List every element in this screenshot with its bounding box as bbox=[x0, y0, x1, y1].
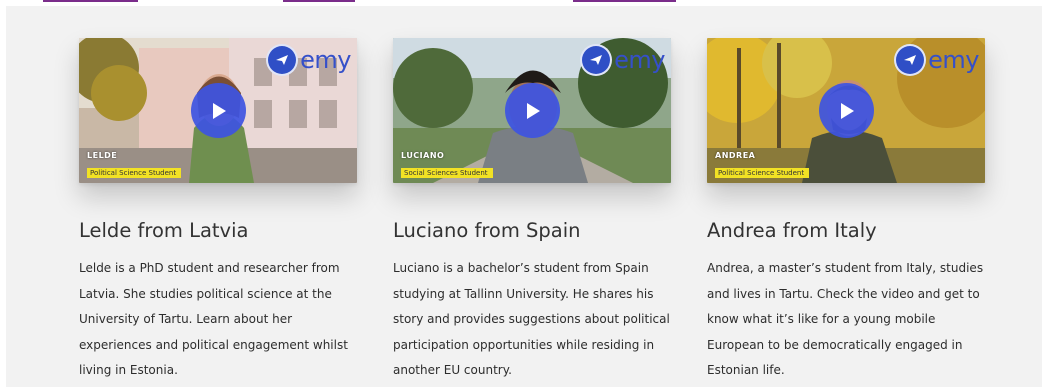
video-caption: ANDREA Political Science Student bbox=[715, 151, 810, 179]
logo-text: emy bbox=[300, 46, 351, 74]
logo-text: emy bbox=[928, 46, 979, 74]
emy-logo-icon bbox=[580, 44, 613, 76]
card-description: Luciano is a bachelor’s student from Spa… bbox=[393, 261, 670, 377]
card-title: Luciano from Spain bbox=[393, 219, 581, 242]
card-description: Lelde is a PhD student and researcher fr… bbox=[79, 261, 348, 377]
video-caption: LELDE Political Science Student bbox=[87, 151, 182, 179]
caption-role: Social Sciences Student bbox=[401, 168, 493, 178]
caption-name: LELDE bbox=[87, 151, 118, 160]
video-card-luciano[interactable]: emy LUCIANO Social Sciences Student bbox=[393, 38, 671, 183]
card-title: Andrea from Italy bbox=[707, 219, 877, 242]
video-thumbnail-luciano[interactable]: emy LUCIANO Social Sciences Student bbox=[393, 38, 671, 183]
card-description: Andrea, a master’s student from Italy, s… bbox=[707, 261, 984, 377]
caption-role: Political Science Student bbox=[715, 168, 810, 178]
play-button[interactable] bbox=[819, 83, 874, 138]
emy-logo: emy bbox=[580, 44, 665, 76]
play-icon bbox=[212, 102, 226, 119]
video-card-andrea[interactable]: emy ANDREA Political Science Student bbox=[707, 38, 985, 183]
caption-name: LUCIANO bbox=[401, 151, 445, 160]
emy-logo: emy bbox=[266, 44, 351, 76]
logo-text: emy bbox=[614, 46, 665, 74]
emy-logo-icon bbox=[894, 44, 927, 76]
video-caption: LUCIANO Social Sciences Student bbox=[401, 151, 493, 179]
video-thumbnail-andrea[interactable]: emy ANDREA Political Science Student bbox=[707, 38, 985, 183]
play-button[interactable] bbox=[191, 83, 246, 138]
top-link-2[interactable] bbox=[283, 0, 355, 2]
play-button[interactable] bbox=[505, 83, 560, 138]
emy-logo-icon bbox=[266, 44, 299, 76]
video-thumbnail-lelde[interactable]: emy LELDE Political Science Student bbox=[79, 38, 357, 183]
card-title: Lelde from Latvia bbox=[79, 219, 249, 242]
play-icon bbox=[840, 102, 854, 119]
top-link-3[interactable] bbox=[573, 0, 676, 2]
caption-role: Political Science Student bbox=[87, 168, 182, 178]
video-card-lelde[interactable]: emy LELDE Political Science Student bbox=[79, 38, 357, 183]
caption-name: ANDREA bbox=[715, 151, 756, 160]
play-icon bbox=[526, 102, 540, 119]
top-link-1[interactable] bbox=[43, 0, 138, 2]
emy-logo: emy bbox=[894, 44, 979, 76]
